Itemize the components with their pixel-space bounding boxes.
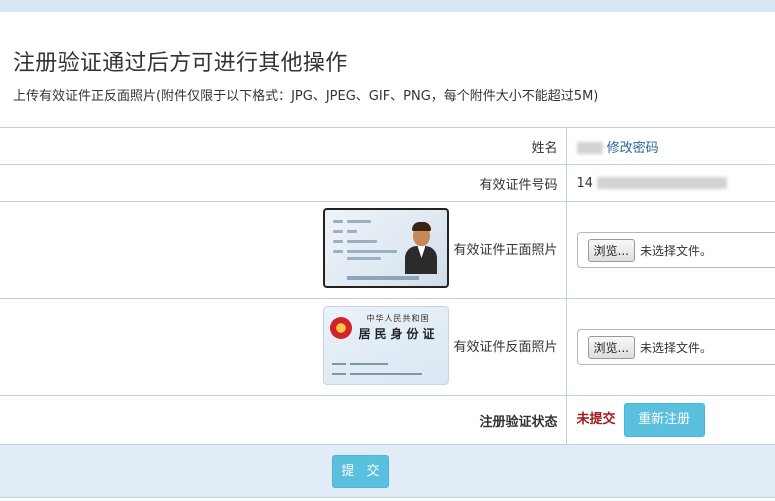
back-photo-label-cell: 中华人民共和国 居民身份证 有效证件反面照片	[0, 298, 567, 396]
submit-button[interactable]: 提 交	[332, 454, 389, 488]
front-photo-upload-cell: 浏览... 未选择文件。	[566, 201, 775, 299]
front-photo-browse-button[interactable]: 浏览...	[587, 238, 635, 262]
redacted-name	[576, 142, 603, 154]
verify-status-row: 注册验证状态 未提交 重新注册	[0, 395, 775, 445]
name-label: 姓名	[0, 127, 567, 165]
portrait-icon	[405, 222, 438, 274]
page-title: 注册验证通过后方可进行其他操作	[13, 51, 348, 76]
id-number-value: 14	[566, 164, 775, 202]
back-photo-label: 有效证件反面照片	[453, 339, 558, 355]
verify-status-value-cell: 未提交 重新注册	[566, 395, 775, 445]
change-password-link[interactable]: 修改密码	[607, 141, 659, 156]
front-photo-file-status: 未选择文件。	[639, 243, 712, 258]
status-badge: 未提交	[576, 412, 616, 427]
front-photo-label: 有效证件正面照片	[453, 242, 558, 258]
id-number-prefix: 14	[576, 175, 594, 191]
name-value: 修改密码	[566, 127, 775, 165]
redacted-id-number	[597, 177, 728, 189]
submit-row: 提 交	[0, 444, 775, 498]
back-photo-file-status: 未选择文件。	[639, 340, 712, 355]
id-card-front-sample-image	[323, 208, 450, 288]
front-photo-label-cell: 有效证件正面照片	[0, 201, 567, 299]
top-strip	[0, 0, 775, 12]
reregister-button[interactable]: 重新注册	[623, 403, 705, 437]
id-card-back-sample-image: 中华人民共和国 居民身份证	[323, 305, 450, 385]
front-photo-file-input[interactable]: 浏览... 未选择文件。	[576, 232, 775, 268]
verify-status-label: 注册验证状态	[0, 395, 567, 445]
submit-cell: 提 交	[0, 444, 775, 498]
name-row: 姓名 修改密码	[0, 127, 775, 165]
back-photo-row: 中华人民共和国 居民身份证 有效证件反面照片 浏览... 未选择文件。	[0, 298, 775, 396]
id-number-row: 有效证件号码 14	[0, 164, 775, 202]
national-emblem-icon	[330, 316, 353, 339]
upload-instructions: 上传有效证件正反面照片(附件仅限于以下格式：JPG、JPEG、GIF、PNG，每…	[13, 89, 599, 104]
back-photo-browse-button[interactable]: 浏览...	[587, 335, 635, 359]
back-photo-file-input[interactable]: 浏览... 未选择文件。	[576, 329, 775, 365]
front-photo-row: 有效证件正面照片 浏览... 未选择文件。	[0, 201, 775, 299]
id-number-label: 有效证件号码	[0, 164, 567, 202]
verification-form: 姓名 修改密码 有效证件号码 14 有效证件正面照片 浏览... 未选择文件。 …	[0, 127, 775, 498]
back-photo-upload-cell: 浏览... 未选择文件。	[566, 298, 775, 396]
